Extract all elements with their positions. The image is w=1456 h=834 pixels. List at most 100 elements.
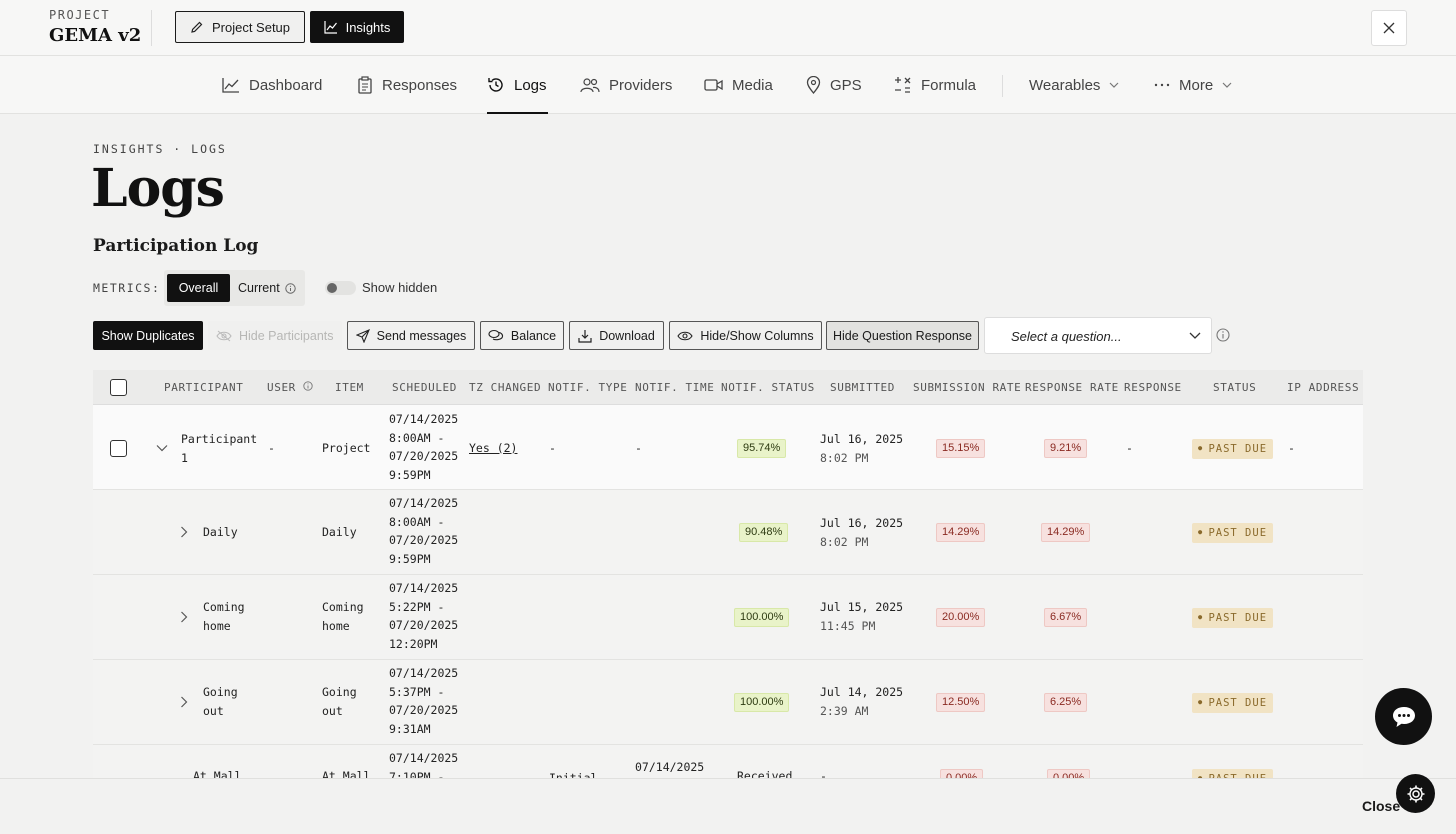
tab-dashboard[interactable]: Dashboard xyxy=(222,56,322,114)
hide-show-columns-button[interactable]: Hide/Show Columns xyxy=(669,321,822,350)
clipboard-icon xyxy=(358,76,372,94)
table-row[interactable]: Coming home Coming home 07/14/2025 5:22PM -… xyxy=(93,575,1363,660)
info-icon[interactable] xyxy=(1216,328,1230,342)
project-setup-button[interactable]: Project Setup xyxy=(175,11,305,43)
chevron-right-icon[interactable] xyxy=(180,611,188,623)
table-row[interactable]: Participant 1 - Project 07/14/2025 8:00AM … xyxy=(93,405,1363,490)
balance-button[interactable]: Balance xyxy=(480,321,564,350)
insights-button[interactable]: Insights xyxy=(310,11,404,43)
hide-participants-button[interactable]: Hide Participants xyxy=(208,321,342,350)
formula-icon xyxy=(895,77,911,93)
history-icon xyxy=(488,78,503,92)
close-button[interactable] xyxy=(1371,10,1407,46)
hide-question-response-button[interactable]: Hide Question Response xyxy=(826,321,979,350)
notif-status-badge: 95.74% xyxy=(737,439,787,458)
tab-media[interactable]: Media xyxy=(704,56,773,114)
submitted-value: Jul 14, 2025 2:39 AM xyxy=(820,685,904,718)
metrics-overall-button[interactable]: Overall xyxy=(167,274,230,302)
col-response-rate[interactable]: RESPONSE RATE xyxy=(1025,381,1119,394)
col-scheduled[interactable]: SCHEDULED xyxy=(392,381,457,394)
top-bar: PROJECT GEMA v2 Project Setup Insights xyxy=(0,0,1456,56)
tab-media-label: Media xyxy=(732,76,773,94)
metrics-label: METRICS: xyxy=(93,281,161,295)
status-badge: PAST DUE xyxy=(1192,608,1274,628)
close-icon xyxy=(1383,22,1395,34)
status-badge: PAST DUE xyxy=(1192,439,1274,459)
download-icon xyxy=(578,329,592,343)
download-button[interactable]: Download xyxy=(569,321,664,350)
col-response[interactable]: RESPONSE xyxy=(1124,381,1182,394)
close-link[interactable]: Close xyxy=(1362,798,1400,814)
col-item[interactable]: ITEM xyxy=(335,381,364,394)
tab-wearables[interactable]: Wearables xyxy=(1029,56,1119,114)
tz-changed-link[interactable]: Yes (2) xyxy=(469,439,517,458)
ip-address-value: - xyxy=(1288,441,1295,455)
tab-gps[interactable]: GPS xyxy=(806,56,862,114)
col-submitted[interactable]: SUBMITTED xyxy=(830,381,895,394)
col-submission-rate[interactable]: SUBMISSION RATE xyxy=(913,381,1021,394)
item-value: Coming home xyxy=(322,600,364,633)
col-status[interactable]: STATUS xyxy=(1213,381,1256,394)
table-row[interactable]: Daily Daily 07/14/2025 8:00AM -07/20/2025… xyxy=(93,490,1363,575)
download-label: Download xyxy=(599,328,655,343)
users-icon xyxy=(580,78,600,93)
tab-logs[interactable]: Logs xyxy=(487,56,548,114)
show-duplicates-button[interactable]: Show Duplicates xyxy=(93,321,203,350)
tab-logs-label: Logs xyxy=(514,76,547,94)
chat-button[interactable] xyxy=(1375,688,1432,745)
status-badge: PAST DUE xyxy=(1192,769,1274,778)
col-user[interactable]: USER xyxy=(267,381,313,394)
tab-more[interactable]: More xyxy=(1154,56,1232,114)
participant-name: Coming home xyxy=(203,600,245,633)
response-rate-badge: 14.29% xyxy=(1041,523,1091,542)
send-messages-button[interactable]: Send messages xyxy=(347,321,475,350)
tab-more-label: More xyxy=(1179,76,1214,94)
scheduled-value: 07/14/2025 7:10PM - xyxy=(389,751,459,778)
page-title: Logs xyxy=(91,158,225,219)
table-row[interactable]: At Mall At Mall 07/14/2025 7:10PM - Initi… xyxy=(93,745,1363,778)
info-icon xyxy=(303,381,313,391)
chevron-right-icon[interactable] xyxy=(180,526,188,538)
chevron-right-icon[interactable] xyxy=(180,696,188,708)
select-all-checkbox[interactable] xyxy=(110,379,127,396)
bottom-bar xyxy=(0,778,1456,834)
notif-status-badge: 100.00% xyxy=(734,693,790,712)
notif-status-value: Received xyxy=(737,769,793,778)
metrics-current-button[interactable]: Current xyxy=(238,274,296,302)
tab-responses[interactable]: Responses xyxy=(357,56,457,114)
participation-log-table: PARTICIPANT USER ITEM SCHEDULED TZ CHANG… xyxy=(93,370,1363,778)
col-notif-type[interactable]: NOTIF. TYPE xyxy=(548,381,627,394)
table-row[interactable]: Going out Going out 07/14/2025 5:37PM -07/2… xyxy=(93,660,1363,745)
submission-rate-badge: 12.50% xyxy=(936,693,986,712)
tab-wearables-label: Wearables xyxy=(1029,76,1101,94)
section-title: Participation Log xyxy=(93,236,259,256)
tab-dashboard-label: Dashboard xyxy=(249,76,323,94)
chevron-down-icon xyxy=(1110,82,1119,88)
participant-name: Going out xyxy=(203,685,238,718)
col-notif-status[interactable]: NOTIF. STATUS xyxy=(721,381,815,394)
show-hidden-toggle[interactable] xyxy=(325,281,356,295)
tab-providers[interactable]: Providers xyxy=(580,56,672,114)
col-ip-address[interactable]: IP ADDRESS xyxy=(1287,381,1359,394)
col-participant[interactable]: PARTICIPANT xyxy=(164,381,243,394)
tab-formula[interactable]: Formula xyxy=(894,56,976,114)
tab-gps-label: GPS xyxy=(830,76,862,94)
notif-time-value: - xyxy=(635,441,642,455)
col-notif-time[interactable]: NOTIF. TIME xyxy=(635,381,714,394)
item-value: Daily xyxy=(322,525,357,539)
col-tz-changed[interactable]: TZ CHANGED xyxy=(469,381,541,394)
response-rate-badge: 9.21% xyxy=(1044,439,1088,458)
item-value: At Mall xyxy=(322,769,371,778)
row-checkbox[interactable] xyxy=(110,440,127,457)
chevron-down-icon[interactable] xyxy=(156,444,168,452)
notif-type-value: - xyxy=(549,441,556,455)
question-select-value: Select a question... xyxy=(1011,329,1122,344)
project-name: GEMA v2 xyxy=(49,25,142,46)
tab-providers-label: Providers xyxy=(609,76,673,94)
col-user-label: USER xyxy=(267,381,296,394)
submission-rate-badge: 20.00% xyxy=(936,608,986,627)
question-select[interactable]: Select a question... xyxy=(984,317,1212,354)
metrics-toggle: Overall Current xyxy=(164,270,305,306)
settings-button[interactable] xyxy=(1396,774,1435,813)
submitted-value: Jul 16, 2025 8:02 PM xyxy=(820,516,904,549)
